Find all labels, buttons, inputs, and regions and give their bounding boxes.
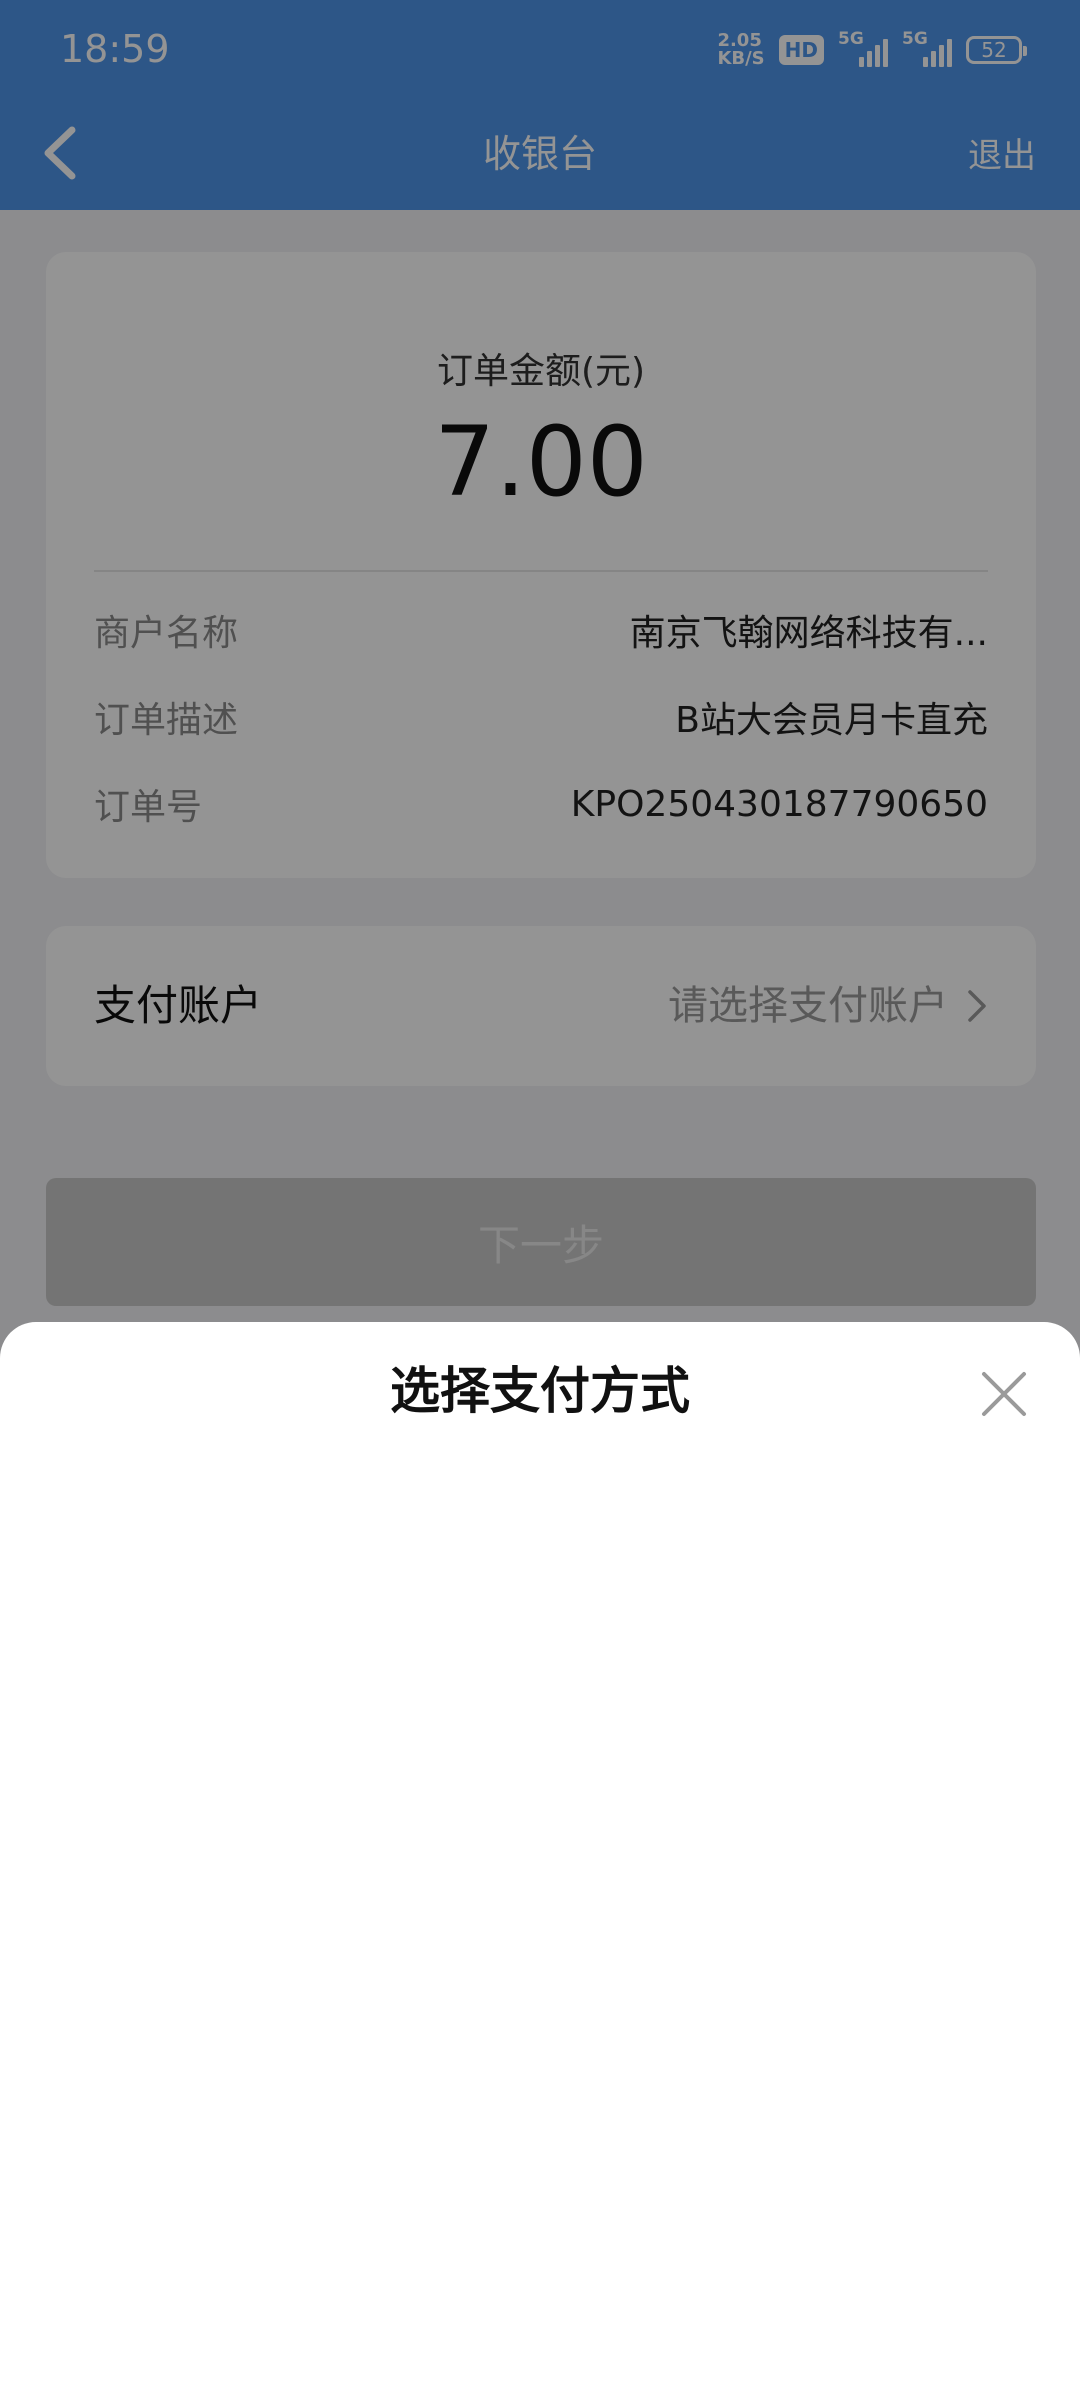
close-icon[interactable] xyxy=(976,1366,1032,1422)
payment-method-sheet: 选择支付方式 xyxy=(0,1322,1080,2400)
sheet-title: 选择支付方式 xyxy=(390,1362,690,1420)
